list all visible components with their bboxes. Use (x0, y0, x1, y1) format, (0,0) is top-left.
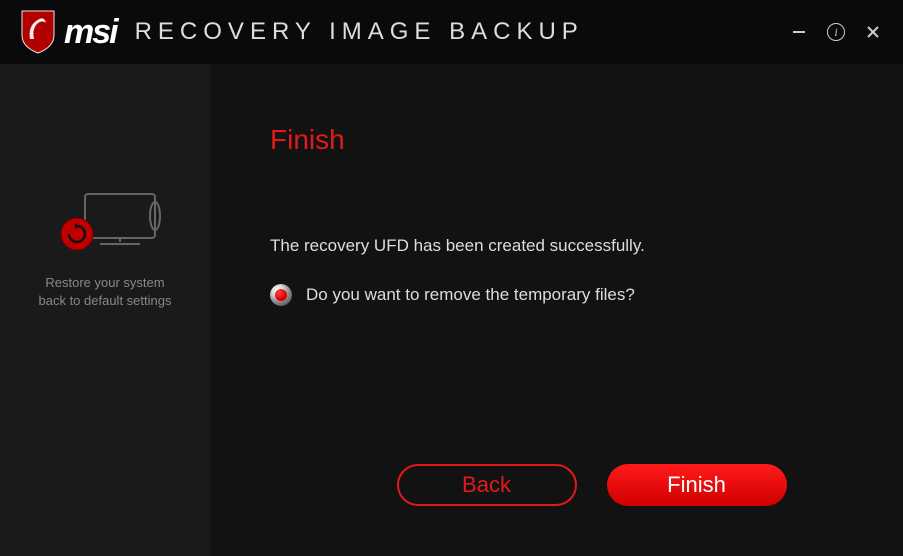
msi-logo-shield-icon (20, 9, 56, 55)
titlebar: msi RECOVERY IMAGE BACKUP i (0, 0, 903, 64)
brand-text: msi (64, 13, 117, 52)
status-text: The recovery UFD has been created succes… (270, 236, 853, 256)
app-title: RECOVERY IMAGE BACKUP (135, 18, 584, 46)
finish-button[interactable]: Finish (607, 464, 787, 506)
radio-button-icon[interactable] (270, 284, 292, 306)
close-button[interactable] (863, 22, 883, 42)
minimize-button[interactable] (789, 22, 809, 42)
sidebar: Restore your system back to default sett… (0, 64, 210, 556)
button-row: Back Finish (270, 464, 853, 526)
window-controls: i (789, 22, 883, 42)
back-button[interactable]: Back (397, 464, 577, 506)
radio-label: Do you want to remove the temporary file… (306, 285, 635, 305)
restore-illustration-icon (45, 190, 165, 260)
sidebar-caption: Restore your system back to default sett… (39, 274, 172, 310)
content-area: Restore your system back to default sett… (0, 64, 903, 556)
remove-temp-files-option[interactable]: Do you want to remove the temporary file… (270, 284, 853, 306)
page-title: Finish (270, 124, 853, 156)
info-button[interactable]: i (827, 23, 845, 41)
sidebar-caption-line1: Restore your system (39, 274, 172, 292)
main-panel: Finish The recovery UFD has been created… (210, 64, 903, 556)
sidebar-caption-line2: back to default settings (39, 292, 172, 310)
